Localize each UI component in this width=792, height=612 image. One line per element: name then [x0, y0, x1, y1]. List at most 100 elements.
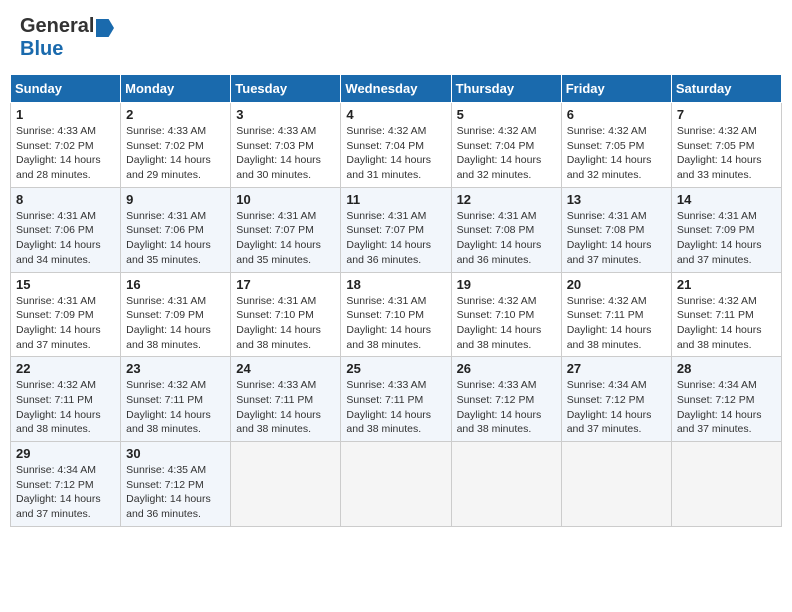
calendar-cell: 5 Sunrise: 4:32 AMSunset: 7:04 PMDaylight…: [451, 103, 561, 188]
day-info: Sunrise: 4:33 AMSunset: 7:02 PMDaylight:…: [16, 124, 115, 183]
day-info: Sunrise: 4:32 AMSunset: 7:10 PMDaylight:…: [457, 294, 556, 353]
calendar-cell: 16Sunrise: 4:31 AMSunset: 7:09 PMDayligh…: [121, 272, 231, 357]
calendar-cell: [561, 442, 671, 527]
calendar-cell: 17 Sunrise: 4:31 AMSunset: 7:10 PMDayligh…: [231, 272, 341, 357]
day-info: Sunrise: 4:31 AMSunset: 7:06 PMDaylight:…: [126, 209, 225, 268]
day-number: 21: [677, 277, 776, 292]
day-info: Sunrise: 4:33 AMSunset: 7:11 PMDaylight:…: [236, 378, 335, 437]
calendar-cell: 2Sunrise: 4:33 AMSunset: 7:02 PMDaylight…: [121, 103, 231, 188]
calendar-week-row: 15 Sunrise: 4:31 AMSunset: 7:09 PMDayligh…: [11, 272, 782, 357]
day-info: Sunrise: 4:31 AMSunset: 7:09 PMDaylight:…: [677, 209, 776, 268]
day-number: 9: [126, 192, 225, 207]
day-info: Sunrise: 4:31 AMSunset: 7:08 PMDaylight:…: [457, 209, 556, 268]
calendar-cell: 13 Sunrise: 4:31 AMSunset: 7:08 PMDayligh…: [561, 187, 671, 272]
col-header-saturday: Saturday: [671, 75, 781, 103]
day-number: 8: [16, 192, 115, 207]
day-info: Sunrise: 4:35 AMSunset: 7:12 PMDaylight:…: [126, 463, 225, 522]
calendar-cell: 4 Sunrise: 4:32 AMSunset: 7:04 PMDaylight…: [341, 103, 451, 188]
day-number: 18: [346, 277, 445, 292]
logo-general-text: General: [20, 15, 94, 37]
calendar-cell: 29 Sunrise: 4:34 AMSunset: 7:12 PMDayligh…: [11, 442, 121, 527]
day-number: 12: [457, 192, 556, 207]
calendar-cell: 14 Sunrise: 4:31 AMSunset: 7:09 PMDayligh…: [671, 187, 781, 272]
day-number: 19: [457, 277, 556, 292]
day-number: 30: [126, 446, 225, 461]
day-number: 13: [567, 192, 666, 207]
day-number: 10: [236, 192, 335, 207]
calendar-cell: 6 Sunrise: 4:32 AMSunset: 7:05 PMDaylight…: [561, 103, 671, 188]
calendar-cell: 19 Sunrise: 4:32 AMSunset: 7:10 PMDayligh…: [451, 272, 561, 357]
calendar-header-row: SundayMondayTuesdayWednesdayThursdayFrid…: [11, 75, 782, 103]
day-info: Sunrise: 4:32 AMSunset: 7:04 PMDaylight:…: [346, 124, 445, 183]
day-number: 20: [567, 277, 666, 292]
day-number: 17: [236, 277, 335, 292]
calendar-cell: 27Sunrise: 4:34 AMSunset: 7:12 PMDayligh…: [561, 357, 671, 442]
calendar-cell: 7 Sunrise: 4:32 AMSunset: 7:05 PMDaylight…: [671, 103, 781, 188]
day-number: 3: [236, 107, 335, 122]
calendar-cell: 1 Sunrise: 4:33 AMSunset: 7:02 PMDaylight…: [11, 103, 121, 188]
day-number: 1: [16, 107, 115, 122]
day-info: Sunrise: 4:31 AMSunset: 7:09 PMDaylight:…: [16, 294, 115, 353]
day-number: 26: [457, 361, 556, 376]
day-number: 11: [346, 192, 445, 207]
calendar-cell: 10 Sunrise: 4:31 AMSunset: 7:07 PMDayligh…: [231, 187, 341, 272]
calendar-week-row: 29 Sunrise: 4:34 AMSunset: 7:12 PMDayligh…: [11, 442, 782, 527]
calendar-cell: 22 Sunrise: 4:32 AMSunset: 7:11 PMDayligh…: [11, 357, 121, 442]
day-info: Sunrise: 4:31 AMSunset: 7:10 PMDaylight:…: [236, 294, 335, 353]
day-number: 28: [677, 361, 776, 376]
calendar-cell: [671, 442, 781, 527]
calendar-week-row: 1 Sunrise: 4:33 AMSunset: 7:02 PMDaylight…: [11, 103, 782, 188]
col-header-tuesday: Tuesday: [231, 75, 341, 103]
day-info: Sunrise: 4:31 AMSunset: 7:06 PMDaylight:…: [16, 209, 115, 268]
col-header-wednesday: Wednesday: [341, 75, 451, 103]
calendar-cell: 26 Sunrise: 4:33 AMSunset: 7:12 PMDayligh…: [451, 357, 561, 442]
day-info: Sunrise: 4:34 AMSunset: 7:12 PMDaylight:…: [16, 463, 115, 522]
calendar-cell: 25Sunrise: 4:33 AMSunset: 7:11 PMDayligh…: [341, 357, 451, 442]
page-header: General Blue: [10, 10, 782, 66]
calendar-week-row: 22 Sunrise: 4:32 AMSunset: 7:11 PMDayligh…: [11, 357, 782, 442]
day-info: Sunrise: 4:32 AMSunset: 7:05 PMDaylight:…: [677, 124, 776, 183]
col-header-friday: Friday: [561, 75, 671, 103]
day-info: Sunrise: 4:32 AMSunset: 7:05 PMDaylight:…: [567, 124, 666, 183]
day-number: 2: [126, 107, 225, 122]
day-info: Sunrise: 4:31 AMSunset: 7:08 PMDaylight:…: [567, 209, 666, 268]
calendar-cell: 18 Sunrise: 4:31 AMSunset: 7:10 PMDayligh…: [341, 272, 451, 357]
day-info: Sunrise: 4:32 AMSunset: 7:11 PMDaylight:…: [126, 378, 225, 437]
calendar-cell: 23 Sunrise: 4:32 AMSunset: 7:11 PMDayligh…: [121, 357, 231, 442]
day-number: 15: [16, 277, 115, 292]
day-info: Sunrise: 4:31 AMSunset: 7:10 PMDaylight:…: [346, 294, 445, 353]
logo-flag-icon: [96, 19, 114, 37]
day-number: 27: [567, 361, 666, 376]
day-number: 5: [457, 107, 556, 122]
calendar-cell: [341, 442, 451, 527]
day-number: 4: [346, 107, 445, 122]
calendar-week-row: 8 Sunrise: 4:31 AMSunset: 7:06 PMDaylight…: [11, 187, 782, 272]
calendar-cell: 8 Sunrise: 4:31 AMSunset: 7:06 PMDaylight…: [11, 187, 121, 272]
day-number: 23: [126, 361, 225, 376]
logo-blue-text: Blue: [20, 38, 63, 60]
calendar-cell: 11 Sunrise: 4:31 AMSunset: 7:07 PMDayligh…: [341, 187, 451, 272]
day-info: Sunrise: 4:33 AMSunset: 7:12 PMDaylight:…: [457, 378, 556, 437]
calendar-cell: 30 Sunrise: 4:35 AMSunset: 7:12 PMDayligh…: [121, 442, 231, 527]
day-number: 6: [567, 107, 666, 122]
col-header-monday: Monday: [121, 75, 231, 103]
day-number: 7: [677, 107, 776, 122]
calendar-cell: [451, 442, 561, 527]
day-info: Sunrise: 4:32 AMSunset: 7:04 PMDaylight:…: [457, 124, 556, 183]
day-info: Sunrise: 4:31 AMSunset: 7:07 PMDaylight:…: [346, 209, 445, 268]
calendar-cell: 28Sunrise: 4:34 AMSunset: 7:12 PMDayligh…: [671, 357, 781, 442]
calendar-table: SundayMondayTuesdayWednesdayThursdayFrid…: [10, 74, 782, 527]
day-number: 14: [677, 192, 776, 207]
day-info: Sunrise: 4:33 AMSunset: 7:11 PMDaylight:…: [346, 378, 445, 437]
day-info: Sunrise: 4:33 AMSunset: 7:03 PMDaylight:…: [236, 124, 335, 183]
col-header-thursday: Thursday: [451, 75, 561, 103]
day-number: 16: [126, 277, 225, 292]
calendar-cell: 3 Sunrise: 4:33 AMSunset: 7:03 PMDaylight…: [231, 103, 341, 188]
day-number: 22: [16, 361, 115, 376]
day-info: Sunrise: 4:31 AMSunset: 7:07 PMDaylight:…: [236, 209, 335, 268]
day-number: 29: [16, 446, 115, 461]
day-info: Sunrise: 4:32 AMSunset: 7:11 PMDaylight:…: [16, 378, 115, 437]
calendar-cell: 20Sunrise: 4:32 AMSunset: 7:11 PMDayligh…: [561, 272, 671, 357]
day-number: 24: [236, 361, 335, 376]
calendar-cell: [231, 442, 341, 527]
